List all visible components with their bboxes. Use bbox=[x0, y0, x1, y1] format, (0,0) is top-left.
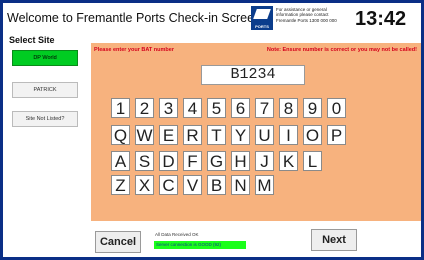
key-z[interactable]: Z bbox=[111, 175, 130, 195]
key-u[interactable]: U bbox=[255, 125, 274, 145]
key-k[interactable]: K bbox=[279, 151, 298, 171]
header: Welcome to Fremantle Ports Check-in Scre… bbox=[5, 5, 421, 32]
key-c[interactable]: C bbox=[159, 175, 178, 195]
help-text: For assistance or general information pl… bbox=[276, 7, 337, 23]
key-l[interactable]: L bbox=[303, 151, 322, 171]
page-title: Welcome to Fremantle Ports Check-in Scre… bbox=[7, 11, 265, 25]
key-r[interactable]: R bbox=[183, 125, 202, 145]
key-0[interactable]: 0 bbox=[327, 98, 346, 118]
next-button[interactable]: Next bbox=[311, 229, 357, 251]
cancel-button[interactable]: Cancel bbox=[95, 231, 141, 253]
bat-prompt: Please enter your BAT number bbox=[94, 47, 174, 53]
key-9[interactable]: 9 bbox=[303, 98, 322, 118]
key-g[interactable]: G bbox=[207, 151, 226, 171]
bat-warning: Note: Ensure number is correct or you ma… bbox=[266, 47, 417, 53]
server-status-bar: Server connection is GOOD (92) bbox=[154, 241, 246, 249]
key-2[interactable]: 2 bbox=[135, 98, 154, 118]
key-8[interactable]: 8 bbox=[279, 98, 298, 118]
key-n[interactable]: N bbox=[231, 175, 250, 195]
key-3[interactable]: 3 bbox=[159, 98, 178, 118]
key-h[interactable]: H bbox=[231, 151, 250, 171]
site-button-dp-world[interactable]: DP World bbox=[12, 50, 78, 66]
key-f[interactable]: F bbox=[183, 151, 202, 171]
key-i[interactable]: I bbox=[279, 125, 298, 145]
key-s[interactable]: S bbox=[135, 151, 154, 171]
key-t[interactable]: T bbox=[207, 125, 226, 145]
key-a[interactable]: A bbox=[111, 151, 130, 171]
key-p[interactable]: P bbox=[327, 125, 346, 145]
bat-number-field[interactable]: B1234 bbox=[201, 65, 305, 85]
key-j[interactable]: J bbox=[255, 151, 274, 171]
key-m[interactable]: M bbox=[255, 175, 274, 195]
key-o[interactable]: O bbox=[303, 125, 322, 145]
clock: 13:42 bbox=[355, 8, 407, 30]
check-in-screen: Welcome to Fremantle Ports Check-in Scre… bbox=[0, 0, 424, 260]
key-b[interactable]: B bbox=[207, 175, 226, 195]
key-q[interactable]: Q bbox=[111, 125, 130, 145]
fremantle-ports-logo: PORTS bbox=[251, 6, 273, 30]
logo-mark-icon bbox=[253, 9, 271, 19]
key-d[interactable]: D bbox=[159, 151, 178, 171]
key-6[interactable]: 6 bbox=[231, 98, 250, 118]
site-button-patrick[interactable]: PATRICK bbox=[12, 82, 78, 98]
key-1[interactable]: 1 bbox=[111, 98, 130, 118]
key-7[interactable]: 7 bbox=[255, 98, 274, 118]
key-e[interactable]: E bbox=[159, 125, 178, 145]
site-button-site-not-listed[interactable]: Site Not Listed? bbox=[12, 111, 78, 127]
key-v[interactable]: V bbox=[183, 175, 202, 195]
key-5[interactable]: 5 bbox=[207, 98, 226, 118]
sidebar-title: Select Site bbox=[9, 35, 55, 45]
key-w[interactable]: W bbox=[135, 125, 154, 145]
bat-entry-panel: Please enter your BAT number Note: Ensur… bbox=[91, 43, 421, 221]
key-y[interactable]: Y bbox=[231, 125, 250, 145]
status-label: All Data Received OK bbox=[155, 232, 199, 237]
key-4[interactable]: 4 bbox=[183, 98, 202, 118]
key-x[interactable]: X bbox=[135, 175, 154, 195]
logo-text: PORTS bbox=[255, 24, 269, 29]
